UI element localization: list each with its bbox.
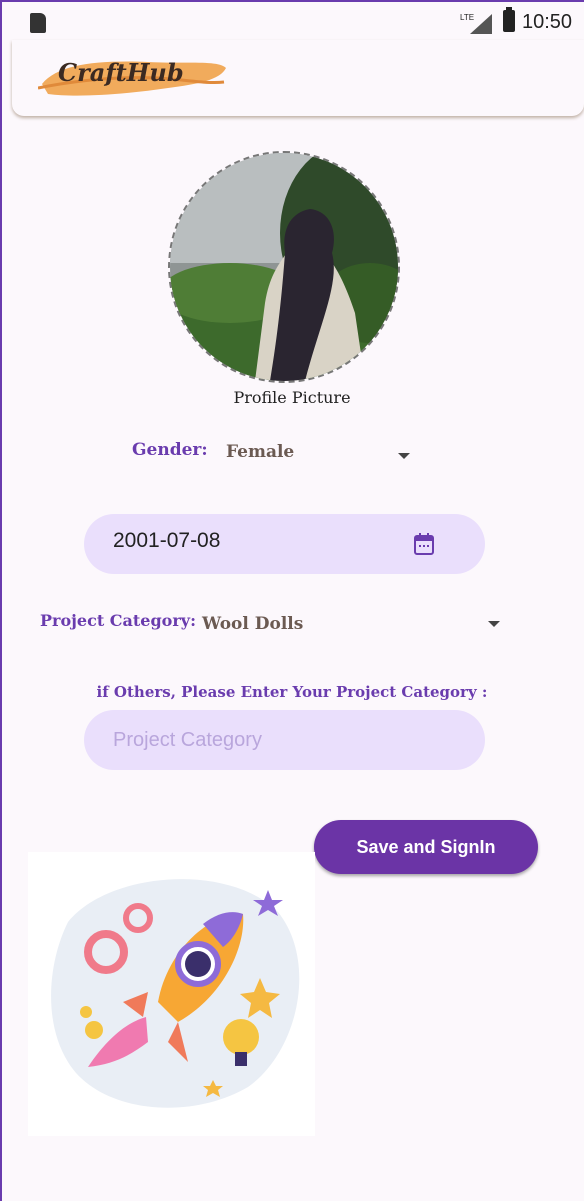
rocket-icon — [51, 879, 300, 1108]
save-and-signin-button[interactable]: Save and SignIn — [314, 820, 538, 874]
app-bar: CraftHub — [12, 40, 584, 116]
profile-picture-label: Profile Picture — [233, 388, 351, 407]
profile-photo — [170, 153, 398, 381]
network-type-label: LTE — [460, 13, 474, 22]
signal-icon: LTE — [460, 13, 492, 34]
project-category-selected-value: Wool Dolls — [202, 614, 304, 634]
sd-card-icon — [30, 13, 46, 33]
chevron-down-icon — [488, 621, 500, 627]
other-category-prompt: if Others, Please Enter Your Project Cat… — [96, 683, 488, 701]
project-category-dropdown[interactable]: Wool Dolls — [190, 596, 520, 660]
rocket-illustration — [28, 852, 315, 1136]
birth-date-field[interactable]: 2001-07-08 — [84, 514, 485, 574]
clock: 10:50 — [522, 11, 573, 33]
other-category-input[interactable] — [84, 710, 485, 770]
battery-icon — [503, 7, 515, 32]
logo-text: CraftHub — [58, 58, 184, 87]
calendar-icon[interactable] — [414, 533, 434, 555]
project-category-label: Project Category: — [40, 611, 196, 630]
gender-selected-value: Female — [226, 442, 295, 462]
gender-dropdown[interactable]: Female — [212, 428, 436, 498]
chevron-down-icon — [398, 453, 410, 459]
profile-picture[interactable] — [168, 151, 400, 383]
birth-date-value: 2001-07-08 — [113, 529, 221, 552]
gender-label: Gender: — [132, 440, 208, 460]
